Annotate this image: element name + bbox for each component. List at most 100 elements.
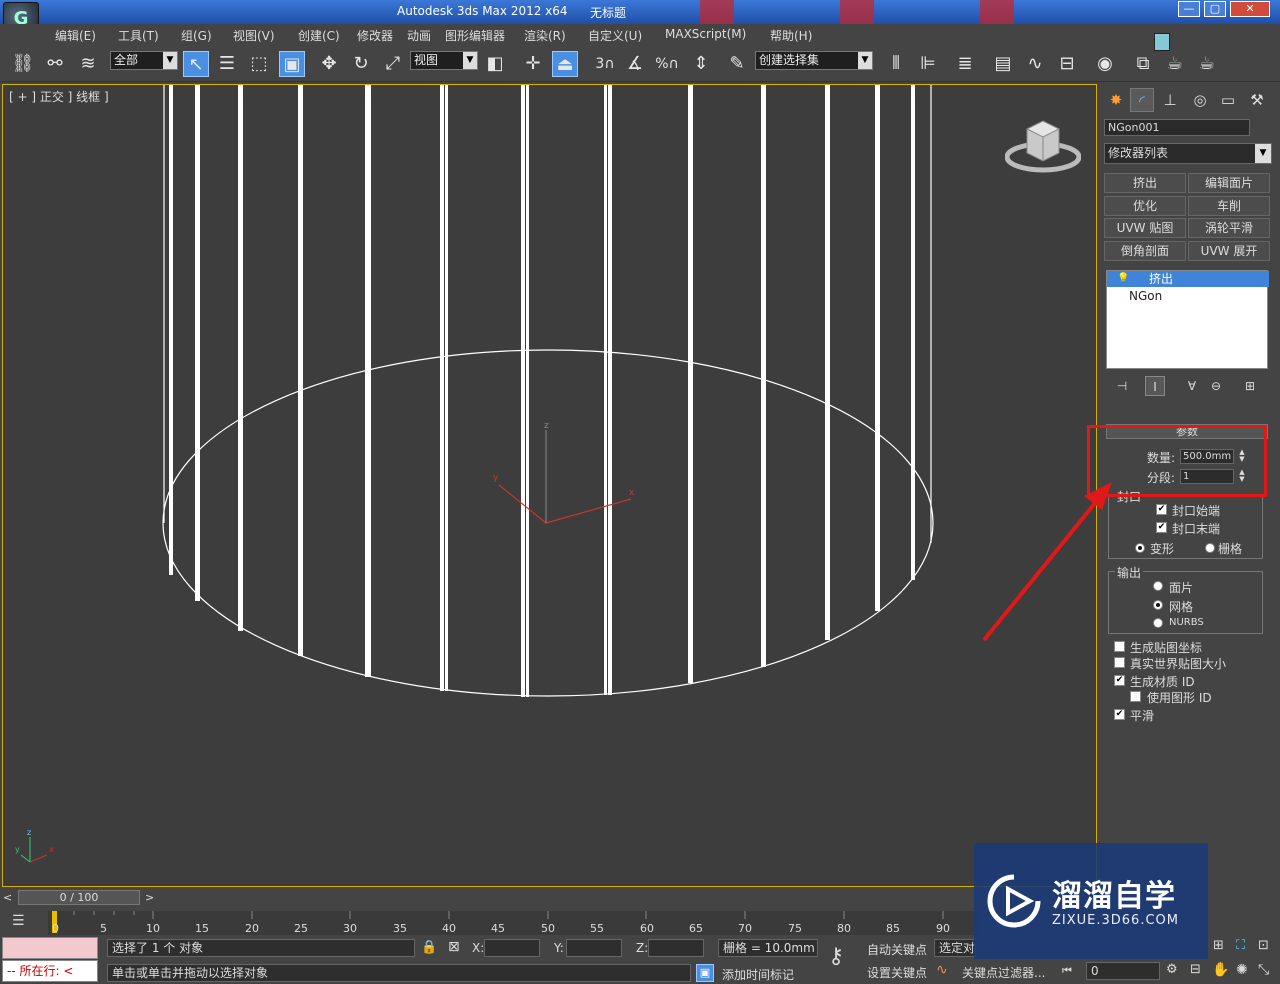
reference-coord-select[interactable]: 视图 ▼ (410, 51, 478, 70)
smooth-checkbox[interactable]: ✔ (1114, 709, 1125, 720)
lightbulb-icon[interactable]: 💡 (1117, 273, 1129, 285)
percent-snap-icon[interactable]: %∩ (654, 51, 680, 77)
material-editor-icon[interactable]: ◉ (1092, 51, 1118, 77)
link-icon[interactable]: ⛓ (10, 51, 36, 77)
modifier-list-select[interactable]: 修改器列表 ▼ (1104, 143, 1272, 164)
current-frame-field[interactable]: 0 (1086, 962, 1160, 980)
modifier-button-turbosmooth[interactable]: 涡轮平滑 (1188, 218, 1270, 238)
menu-group[interactable]: 组(G) (181, 27, 212, 44)
align-icon[interactable]: ⊫ (915, 51, 941, 77)
track-ruler[interactable]: 0 5 10 15 20 25 30 35 40 45 50 55 60 65 … (48, 911, 978, 935)
menu-rendering[interactable]: 渲染(R) (524, 27, 566, 44)
pan-view-icon[interactable]: ✋ (1212, 962, 1229, 978)
select-move-icon[interactable]: ✥ (316, 51, 342, 77)
modifier-button-edit-patch[interactable]: 编辑面片 (1188, 173, 1270, 193)
stack-item-ngon[interactable]: NGon (1107, 288, 1269, 304)
bind-space-warp-icon[interactable]: ≋ (75, 51, 101, 77)
go-to-start-icon[interactable]: ⏮ (1062, 964, 1072, 978)
time-slider[interactable]: 0 / 100 (18, 890, 140, 905)
real-world-map-checkbox[interactable] (1114, 657, 1125, 668)
angle-snap-icon[interactable]: ∡ (622, 51, 648, 77)
select-object-icon[interactable]: ↖ (183, 51, 209, 77)
utilities-tab-icon[interactable]: ⚒ (1245, 88, 1269, 112)
select-rotate-icon[interactable]: ↻ (348, 51, 374, 77)
window-crossing-icon[interactable]: ▣ (279, 51, 305, 77)
modifier-button-extrude[interactable]: 挤出 (1104, 173, 1186, 193)
minimize-button[interactable]: — (1178, 1, 1200, 17)
morph-radio[interactable] (1135, 543, 1145, 553)
x-coord-field[interactable] (484, 939, 540, 957)
cap-start-checkbox[interactable]: ✔ (1156, 504, 1167, 515)
key-filters-button[interactable]: 关键点过滤器... (962, 964, 1045, 981)
close-button[interactable]: ✕ (1230, 1, 1270, 17)
menu-edit[interactable]: 编辑(E) (55, 27, 96, 44)
stack-item-extrude[interactable]: 💡 挤出 (1107, 271, 1269, 287)
configure-modifier-sets-icon[interactable]: ⊞ (1240, 376, 1260, 396)
nurbs-radio[interactable] (1153, 618, 1163, 628)
time-prev-button[interactable]: < (3, 891, 12, 904)
graphite-toggle-icon[interactable]: ▤ (990, 51, 1016, 77)
mesh-radio[interactable] (1153, 600, 1163, 610)
set-key-button[interactable]: 设置关键点 (867, 964, 927, 981)
menu-maxscript[interactable]: MAXScript(M) (665, 27, 746, 41)
auto-key-button[interactable]: 自动关键点 (867, 941, 927, 958)
select-manipulate-icon[interactable]: ✛ (520, 51, 546, 77)
menu-tools[interactable]: 工具(T) (118, 27, 159, 44)
menu-graph-editors[interactable]: 图形编辑器 (445, 27, 505, 44)
time-config-icon[interactable]: ⚙ (1166, 962, 1178, 977)
modifier-button-bevel-profile[interactable]: 倒角剖面 (1104, 241, 1186, 261)
use-shape-ids-checkbox[interactable] (1130, 691, 1141, 702)
render-setup-icon[interactable]: ⧉ (1130, 51, 1156, 77)
orbit-icon[interactable]: ✺ (1236, 962, 1248, 978)
create-tab-icon[interactable]: ✸ (1104, 88, 1128, 112)
layer-manager-icon[interactable]: ≣ (952, 51, 978, 77)
lock-icon[interactable]: 🔒 (421, 940, 437, 955)
absolute-mode-icon[interactable]: ⊠ (448, 939, 460, 955)
modifier-button-uvw-map[interactable]: UVW 贴图 (1104, 218, 1186, 238)
menu-customize[interactable]: 自定义(U) (588, 27, 642, 44)
maximize-button[interactable]: ▢ (1204, 1, 1226, 17)
viewport-perspective[interactable]: [ + ] 正交 ] 线框 ] z y x z y x (2, 84, 1097, 887)
pivot-center-icon[interactable]: ◧ (482, 51, 508, 77)
key-mode-icon[interactable]: ∿ (936, 962, 948, 978)
field-of-view-icon[interactable]: ⊟ (1190, 962, 1201, 977)
render-production-icon[interactable]: ☕ (1194, 51, 1220, 77)
zoom-region-icon[interactable]: ⊡ (1258, 938, 1269, 953)
select-by-name-icon[interactable]: ☰ (214, 51, 240, 77)
unlink-icon[interactable]: ⚯ (42, 51, 68, 77)
gen-mat-ids-checkbox[interactable]: ✔ (1114, 675, 1125, 686)
key-selection-select[interactable]: 选定对 (934, 939, 976, 957)
rendered-frame-window-icon[interactable]: ☕ (1162, 51, 1188, 77)
select-scale-icon[interactable]: ⤢ (380, 51, 406, 77)
edit-named-selection-icon[interactable]: ✎ (724, 51, 750, 77)
mini-curve-editor-icon[interactable]: ☰ (12, 913, 32, 931)
hierarchy-tab-icon[interactable]: ⊥ (1158, 88, 1182, 112)
pin-stack-icon[interactable]: ⊣ (1112, 376, 1132, 396)
add-time-tag-button[interactable]: 添加时间标记 (722, 966, 794, 983)
mirror-icon[interactable]: ⫴ (883, 51, 909, 77)
menu-help[interactable]: 帮助(H) (770, 27, 812, 44)
display-tab-icon[interactable]: ▭ (1216, 88, 1240, 112)
modifier-button-lathe[interactable]: 车削 (1188, 196, 1270, 216)
motion-tab-icon[interactable]: ◎ (1188, 88, 1212, 112)
rect-selection-region-icon[interactable]: ⬚ (246, 51, 272, 77)
show-end-result-icon[interactable]: Ⅰ (1145, 376, 1165, 396)
time-tag-icon[interactable]: ▣ (696, 964, 714, 982)
patch-radio[interactable] (1153, 581, 1163, 591)
zoom-extents-icon[interactable]: ⛶ (1236, 938, 1245, 953)
remove-modifier-icon[interactable]: ⊖ (1206, 376, 1226, 396)
maxscript-listener-mini[interactable] (2, 937, 98, 959)
menu-views[interactable]: 视图(V) (233, 27, 275, 44)
modifier-button-unwrap-uvw[interactable]: UVW 展开 (1188, 241, 1270, 261)
keyboard-shortcut-override-icon[interactable]: ⏏ (552, 51, 578, 77)
schematic-view-icon[interactable]: ⊟ (1054, 51, 1080, 77)
modifier-button-optimize[interactable]: 优化 (1104, 196, 1186, 216)
maxscript-input[interactable]: -- 所在行: < (2, 960, 98, 982)
make-unique-icon[interactable]: ∀ (1182, 376, 1202, 396)
grid-radio[interactable] (1205, 543, 1215, 553)
time-next-button[interactable]: > (145, 891, 154, 904)
menu-animation[interactable]: 动画 (407, 27, 431, 44)
curve-editor-icon[interactable]: ∿ (1022, 51, 1048, 77)
set-key-icon[interactable]: ⚷ (828, 944, 858, 974)
menu-create[interactable]: 创建(C) (298, 27, 340, 44)
